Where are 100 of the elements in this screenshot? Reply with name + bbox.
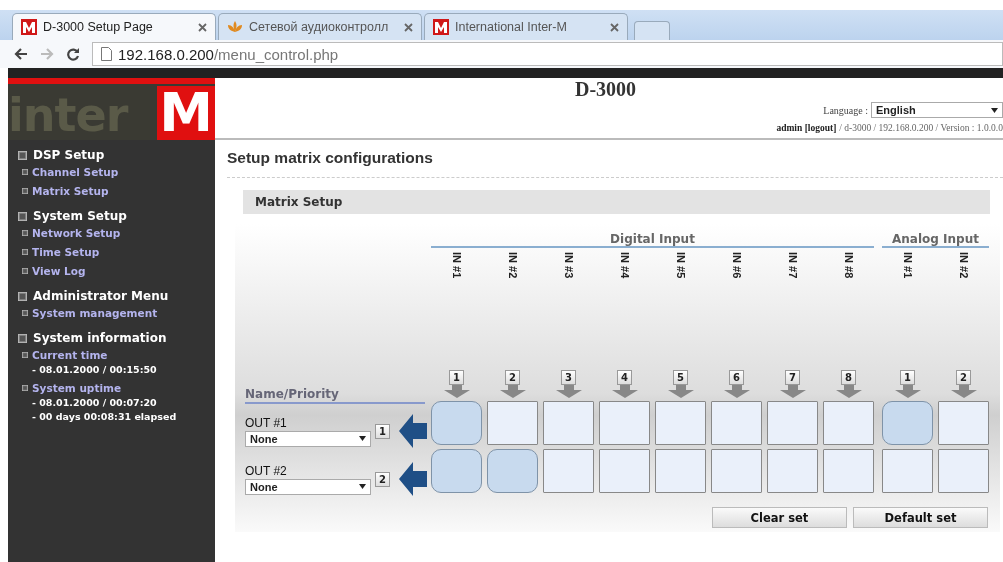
matrix-cell[interactable] <box>882 401 933 445</box>
matrix-cell[interactable] <box>487 449 538 493</box>
down-arrow-icon <box>499 385 526 398</box>
sidebar-link[interactable]: System uptime <box>32 382 122 394</box>
section-header: Matrix Setup <box>243 190 990 214</box>
input-label: IN #3 <box>562 251 575 281</box>
down-arrow-icon <box>779 385 806 398</box>
sidebar-link[interactable]: Network Setup <box>32 227 121 239</box>
down-arrow-icon <box>723 385 750 398</box>
matrix-cell[interactable] <box>431 449 482 493</box>
matrix-cell[interactable] <box>543 401 594 445</box>
square-bullet-icon <box>22 188 28 194</box>
sidebar-link[interactable]: System management <box>32 307 158 319</box>
output-label: OUT #2 <box>245 463 288 478</box>
close-icon[interactable] <box>404 22 413 32</box>
matrix-cell[interactable] <box>431 401 482 445</box>
flower-icon <box>227 19 243 35</box>
square-bullet-icon <box>22 230 28 236</box>
user-name: admin <box>776 123 804 133</box>
device-title: D-3000 <box>575 78 637 101</box>
url-host: 192.168.0.200 <box>118 45 214 63</box>
input-label: IN #1 <box>901 251 914 281</box>
reload-icon[interactable] <box>66 47 80 61</box>
column-heading: Name/Priority <box>245 387 425 404</box>
down-arrow-icon <box>835 385 862 398</box>
sidebar-section-title: DSP Setup <box>33 148 105 162</box>
page-icon <box>101 47 112 61</box>
sidebar-value: - 00 days 00:08:31 elapsed <box>31 411 178 422</box>
matrix-cell[interactable] <box>938 401 989 445</box>
input-number-badge: 5 <box>673 370 688 385</box>
output-name-select[interactable]: None <box>245 478 371 495</box>
output-name-select[interactable]: None <box>245 430 371 447</box>
matrix-cell[interactable] <box>655 449 706 493</box>
matrix-cell[interactable] <box>938 449 989 493</box>
sidebar-section-title: System information <box>33 331 167 345</box>
input-label: IN #4 <box>618 251 631 281</box>
browser-tab[interactable]: D-3000 Setup Page <box>12 13 216 40</box>
input-number-badge: 6 <box>729 370 744 385</box>
close-icon[interactable] <box>198 22 207 32</box>
square-bullet-icon <box>22 249 28 255</box>
m-logo-icon <box>433 19 449 35</box>
sidebar-link[interactable]: Time Setup <box>32 246 100 258</box>
sidebar-link[interactable]: Current time <box>32 349 108 361</box>
back-icon[interactable] <box>14 48 28 60</box>
output-label: OUT #1 <box>245 415 288 430</box>
input-number-badge: 7 <box>785 370 800 385</box>
input-number-badge: 1 <box>449 370 464 385</box>
matrix-cell[interactable] <box>599 449 650 493</box>
left-arrow-icon <box>399 462 427 496</box>
matrix-cell[interactable] <box>767 401 818 445</box>
matrix-cell[interactable] <box>711 449 762 493</box>
sidebar-link[interactable]: View Log <box>32 265 86 277</box>
action-button[interactable]: Clear set <box>712 507 847 528</box>
input-label: IN #5 <box>674 251 687 281</box>
matrix-cell[interactable] <box>487 401 538 445</box>
square-bullet-icon <box>22 268 28 274</box>
close-icon[interactable] <box>610 22 619 32</box>
action-button[interactable]: Default set <box>853 507 988 528</box>
input-label: IN #2 <box>957 251 970 281</box>
address-bar[interactable]: 192.168.0.200/menu_control.php <box>92 42 1003 66</box>
matrix-cell[interactable] <box>823 401 874 445</box>
input-label: IN #1 <box>450 251 463 281</box>
square-bullet-icon <box>22 352 28 358</box>
input-number-badge: 2 <box>956 370 971 385</box>
down-arrow-icon <box>667 385 694 398</box>
matrix-cell[interactable] <box>711 401 762 445</box>
priority-badge: 2 <box>375 471 390 487</box>
caret-icon <box>359 484 366 489</box>
forward-icon[interactable] <box>40 48 54 60</box>
browser-tab[interactable]: International Inter-M <box>424 13 628 40</box>
left-arrow-icon <box>399 414 427 448</box>
square-bullet-icon <box>18 150 27 160</box>
matrix-cell[interactable] <box>767 449 818 493</box>
down-arrow-icon <box>950 385 977 398</box>
caret-icon <box>359 436 366 441</box>
language-select[interactable]: English <box>871 102 1003 118</box>
new-tab-button[interactable] <box>634 21 670 40</box>
sidebar-link[interactable]: Channel Setup <box>32 166 119 178</box>
logout-link[interactable]: [logout] <box>804 123 837 133</box>
browser-tab[interactable]: Сетевой аудиоконтролл <box>218 13 422 40</box>
input-number-badge: 2 <box>505 370 520 385</box>
priority-badge: 1 <box>375 423 390 439</box>
matrix-cell[interactable] <box>655 401 706 445</box>
sidebar-value: - 08.01.2000 / 00:07:20 <box>31 397 158 408</box>
square-bullet-icon <box>18 291 27 301</box>
sidebar-section-title: System Setup <box>33 209 127 223</box>
square-bullet-icon <box>18 333 27 343</box>
down-arrow-icon <box>555 385 582 398</box>
matrix-cell[interactable] <box>823 449 874 493</box>
language-label: Language : <box>823 104 868 116</box>
matrix-cell[interactable] <box>882 449 933 493</box>
matrix-cell[interactable] <box>599 401 650 445</box>
url-path: /menu_control.php <box>213 45 339 63</box>
sidebar-link[interactable]: Matrix Setup <box>32 185 109 197</box>
sidebar-section-title: Administrator Menu <box>33 289 169 303</box>
m-logo-icon <box>21 19 37 35</box>
square-bullet-icon <box>18 211 27 221</box>
input-number-badge: 8 <box>841 370 856 385</box>
input-number-badge: 3 <box>561 370 576 385</box>
matrix-cell[interactable] <box>543 449 594 493</box>
